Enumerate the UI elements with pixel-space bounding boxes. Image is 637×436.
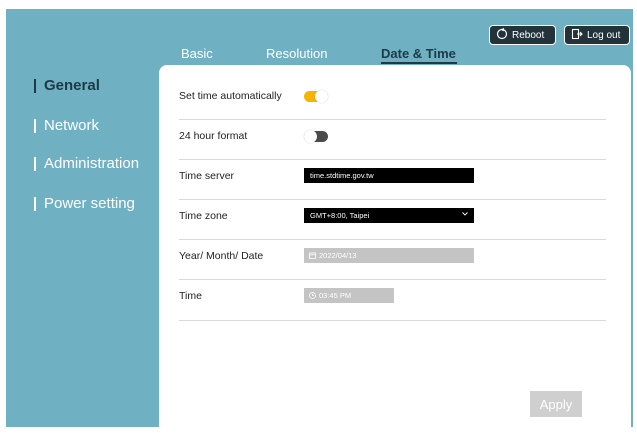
sidebar-marker <box>34 156 36 171</box>
time-server-label: Time server <box>179 170 235 182</box>
sidebar-item-power-setting[interactable]: Power setting <box>34 195 135 212</box>
sidebar-item-network[interactable]: Network <box>34 117 99 134</box>
active-tab-underline <box>381 62 457 64</box>
tab-date-time[interactable]: Date & Time <box>381 46 456 61</box>
time-zone-select[interactable]: GMT+8:00, Taipei <box>304 208 474 223</box>
sidebar-marker <box>34 196 36 211</box>
sidebar-marker <box>34 118 36 133</box>
hour24-label: 24 hour format <box>179 130 248 142</box>
clock-icon <box>309 292 316 299</box>
sidebar-item-administration[interactable]: Administration <box>34 155 139 172</box>
settings-panel: Set time automatically 24 hour format Ti… <box>159 65 631 436</box>
chevron-down-icon <box>462 212 468 216</box>
time-server-input[interactable]: time.stdtime.gov.tw <box>304 168 474 183</box>
divider <box>179 239 606 240</box>
divider <box>179 279 606 280</box>
auto-time-label: Set time automatically <box>179 90 282 102</box>
logout-label: Log out <box>587 29 621 41</box>
tab-basic[interactable]: Basic <box>181 46 213 61</box>
time-zone-value: GMT+8:00, Taipei <box>310 211 370 220</box>
divider <box>179 119 606 120</box>
divider <box>179 199 606 200</box>
apply-button[interactable]: Apply <box>530 391 582 417</box>
sidebar-item-label: Network <box>44 117 100 134</box>
date-label: Year/ Month/ Date <box>179 250 264 262</box>
reboot-button[interactable]: Reboot <box>489 25 556 45</box>
date-value: 2022/04/13 <box>319 251 357 260</box>
tab-resolution[interactable]: Resolution <box>266 46 327 61</box>
time-zone-label: Time zone <box>179 210 228 222</box>
toggle-knob <box>315 90 328 103</box>
divider <box>179 159 606 160</box>
toggle-knob <box>304 130 317 143</box>
sidebar-item-label: Administration <box>44 155 140 172</box>
sidebar-item-label: General <box>44 77 100 94</box>
calendar-icon <box>309 252 316 259</box>
auto-time-toggle[interactable] <box>304 90 328 103</box>
reboot-label: Reboot <box>512 29 545 41</box>
logout-icon <box>571 28 583 43</box>
reboot-icon <box>496 27 508 43</box>
app-frame: Reboot Log out Basic Resolution Date & T… <box>6 9 633 436</box>
divider <box>179 320 606 321</box>
sidebar-item-label: Power setting <box>44 195 135 212</box>
time-value: 03:45 PM <box>319 291 352 300</box>
date-picker[interactable]: 2022/04/13 <box>304 248 474 263</box>
hour24-toggle[interactable] <box>304 130 328 143</box>
sidebar-marker <box>34 78 36 93</box>
logout-button[interactable]: Log out <box>564 25 630 45</box>
sidebar-item-general[interactable]: General <box>34 77 100 94</box>
time-label: Time <box>179 290 202 302</box>
time-picker[interactable]: 03:45 PM <box>304 288 394 303</box>
